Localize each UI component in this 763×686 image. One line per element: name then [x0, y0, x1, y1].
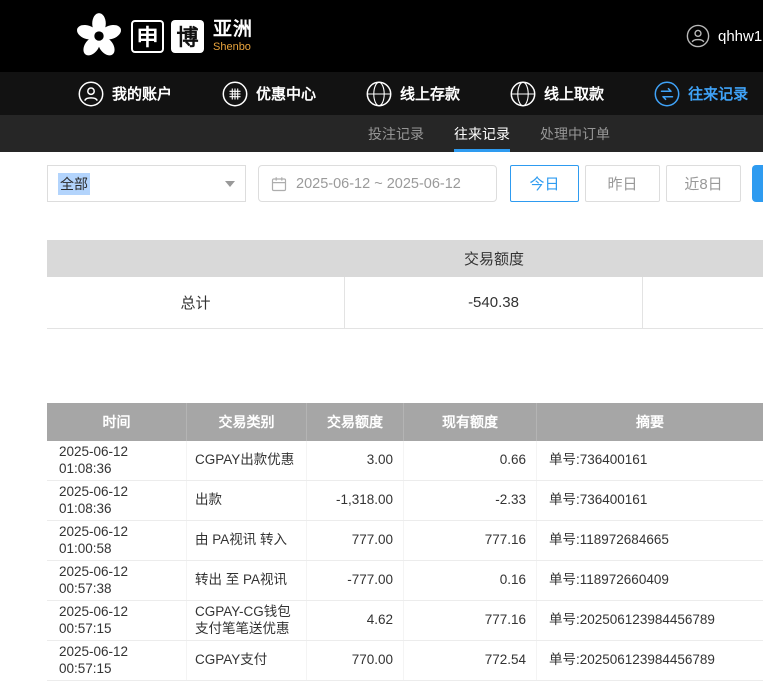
account-person-icon: [78, 81, 104, 107]
cell-balance: 0.66: [404, 441, 537, 480]
cell-type: CGPAY支付: [187, 641, 307, 680]
promo-grid-icon: [222, 81, 248, 107]
brand-logo[interactable]: 申 博 亚洲 Shenbo: [74, 11, 253, 61]
brand-subtitle: Shenbo: [213, 41, 253, 54]
cell-type: 转出 至 PA视讯: [187, 561, 307, 600]
table-row: 2025-06-12 01:08:36 CGPAY出款优惠 3.00 0.66 …: [47, 441, 763, 481]
user-avatar-icon: [686, 24, 710, 48]
type-filter-selected-value: 全部: [58, 173, 90, 195]
today-button[interactable]: 今日: [510, 165, 579, 202]
summary-table: 交易额度 总计 -540.38: [47, 240, 763, 329]
cell-note: 单号:118972660409: [537, 561, 763, 600]
cell-balance: 777.16: [404, 521, 537, 560]
cell-amount: 770.00: [307, 641, 404, 680]
cell-amount: -1,318.00: [307, 481, 404, 520]
brand-char-shen: 申: [131, 20, 164, 53]
cell-time: 2025-06-12 00:57:15: [47, 641, 187, 680]
subnav-item-pending-orders[interactable]: 处理中订单: [540, 115, 610, 152]
user-menu[interactable]: qhhw1: [686, 0, 762, 72]
type-filter-select[interactable]: 全部: [47, 165, 246, 202]
table-row: 2025-06-12 00:57:38 转出 至 PA视讯 -777.00 0.…: [47, 561, 763, 601]
cell-time: 2025-06-12 01:08:36: [47, 441, 187, 480]
search-button[interactable]: [752, 165, 763, 202]
cell-time: 2025-06-12 01:08:36: [47, 481, 187, 520]
subnav-item-transaction-records[interactable]: 往来记录: [454, 115, 510, 152]
col-header-type: 交易类别: [187, 403, 307, 441]
summary-header-empty: [47, 240, 345, 277]
cell-balance: 772.54: [404, 641, 537, 680]
cell-time: 2025-06-12 00:57:15: [47, 601, 187, 640]
cell-type: 由 PA视讯 转入: [187, 521, 307, 560]
sub-nav: 投注记录 往来记录 处理中订单: [0, 115, 763, 152]
subnav-label: 投注记录: [368, 124, 424, 144]
subnav-label: 往来记录: [454, 124, 510, 144]
cell-amount: 3.00: [307, 441, 404, 480]
username: qhhw1: [718, 28, 762, 45]
filter-bar: 全部 2025-06-12 ~ 2025-06-12 今日 昨日 近8日: [47, 165, 763, 202]
cell-note: 单号:202506123984456789: [537, 601, 763, 640]
summary-header-row: 交易额度: [47, 240, 763, 277]
calendar-icon: [271, 176, 287, 192]
yesterday-button[interactable]: 昨日: [585, 165, 660, 202]
table-row: 2025-06-12 00:57:15 CGPAY-CG钱包支付笔笔送优惠 4.…: [47, 601, 763, 641]
table-row: 2025-06-12 01:08:36 出款 -1,318.00 -2.33 单…: [47, 481, 763, 521]
brand-region: 亚洲: [213, 19, 253, 41]
deposit-globe-icon: [366, 81, 392, 107]
nav-item-my-account[interactable]: 我的账户: [78, 81, 172, 107]
nav-item-promo-center[interactable]: 优惠中心: [222, 81, 316, 107]
cell-note: 单号:118972684665: [537, 521, 763, 560]
nav-label: 我的账户: [112, 83, 172, 104]
subnav-item-bet-records[interactable]: 投注记录: [368, 115, 424, 152]
summary-header-empty: [643, 240, 763, 277]
table-header-row: 时间 交易类别 交易额度 现有额度 摘要: [47, 403, 763, 441]
cell-time: 2025-06-12 00:57:38: [47, 561, 187, 600]
cell-amount: 4.62: [307, 601, 404, 640]
summary-total-value: -540.38: [345, 277, 643, 328]
table-row: 2025-06-12 01:00:58 由 PA视讯 转入 777.00 777…: [47, 521, 763, 561]
nav-label: 线上存款: [400, 83, 460, 104]
col-header-note: 摘要: [537, 403, 763, 441]
date-range-value: 2025-06-12 ~ 2025-06-12: [296, 176, 461, 192]
nav-item-online-withdrawal[interactable]: 线上取款: [510, 81, 604, 107]
cell-time: 2025-06-12 01:00:58: [47, 521, 187, 560]
withdrawal-globe-icon: [510, 81, 536, 107]
top-header: 申 博 亚洲 Shenbo qhhw1: [0, 0, 763, 72]
nav-label: 往来记录: [688, 83, 748, 104]
chevron-down-icon: [225, 181, 235, 187]
col-header-amount: 交易额度: [307, 403, 404, 441]
main-nav: 我的账户 优惠中心 线上存款 线上取款 往来记录: [0, 72, 763, 115]
cell-type: 出款: [187, 481, 307, 520]
last-8-days-button[interactable]: 近8日: [666, 165, 741, 202]
cell-note: 单号:736400161: [537, 441, 763, 480]
summary-empty-cell: [643, 277, 763, 328]
flower-logo-icon: [74, 11, 124, 61]
cell-balance: -2.33: [404, 481, 537, 520]
cell-amount: -777.00: [307, 561, 404, 600]
transactions-table: 时间 交易类别 交易额度 现有额度 摘要 2025-06-12 01:08:36…: [47, 403, 763, 681]
subnav-label: 处理中订单: [540, 124, 610, 144]
cell-type: CGPAY出款优惠: [187, 441, 307, 480]
date-range-input[interactable]: 2025-06-12 ~ 2025-06-12: [258, 165, 497, 202]
cell-note: 单号:202506123984456789: [537, 641, 763, 680]
summary-total-row: 总计 -540.38: [47, 277, 763, 329]
cell-type: CGPAY-CG钱包支付笔笔送优惠: [187, 601, 307, 640]
brand-char-bo: 博: [171, 20, 204, 53]
nav-label: 线上取款: [544, 83, 604, 104]
cell-balance: 0.16: [404, 561, 537, 600]
cell-amount: 777.00: [307, 521, 404, 560]
table-row: 2025-06-12 00:57:15 CGPAY支付 770.00 772.5…: [47, 641, 763, 681]
col-header-time: 时间: [47, 403, 187, 441]
summary-total-label: 总计: [47, 277, 345, 328]
summary-header-amount: 交易额度: [345, 240, 643, 277]
nav-label: 优惠中心: [256, 83, 316, 104]
col-header-balance: 现有额度: [404, 403, 537, 441]
cell-note: 单号:736400161: [537, 481, 763, 520]
nav-item-transaction-records[interactable]: 往来记录: [654, 81, 748, 107]
nav-item-online-deposit[interactable]: 线上存款: [366, 81, 460, 107]
records-exchange-icon: [654, 81, 680, 107]
cell-balance: 777.16: [404, 601, 537, 640]
